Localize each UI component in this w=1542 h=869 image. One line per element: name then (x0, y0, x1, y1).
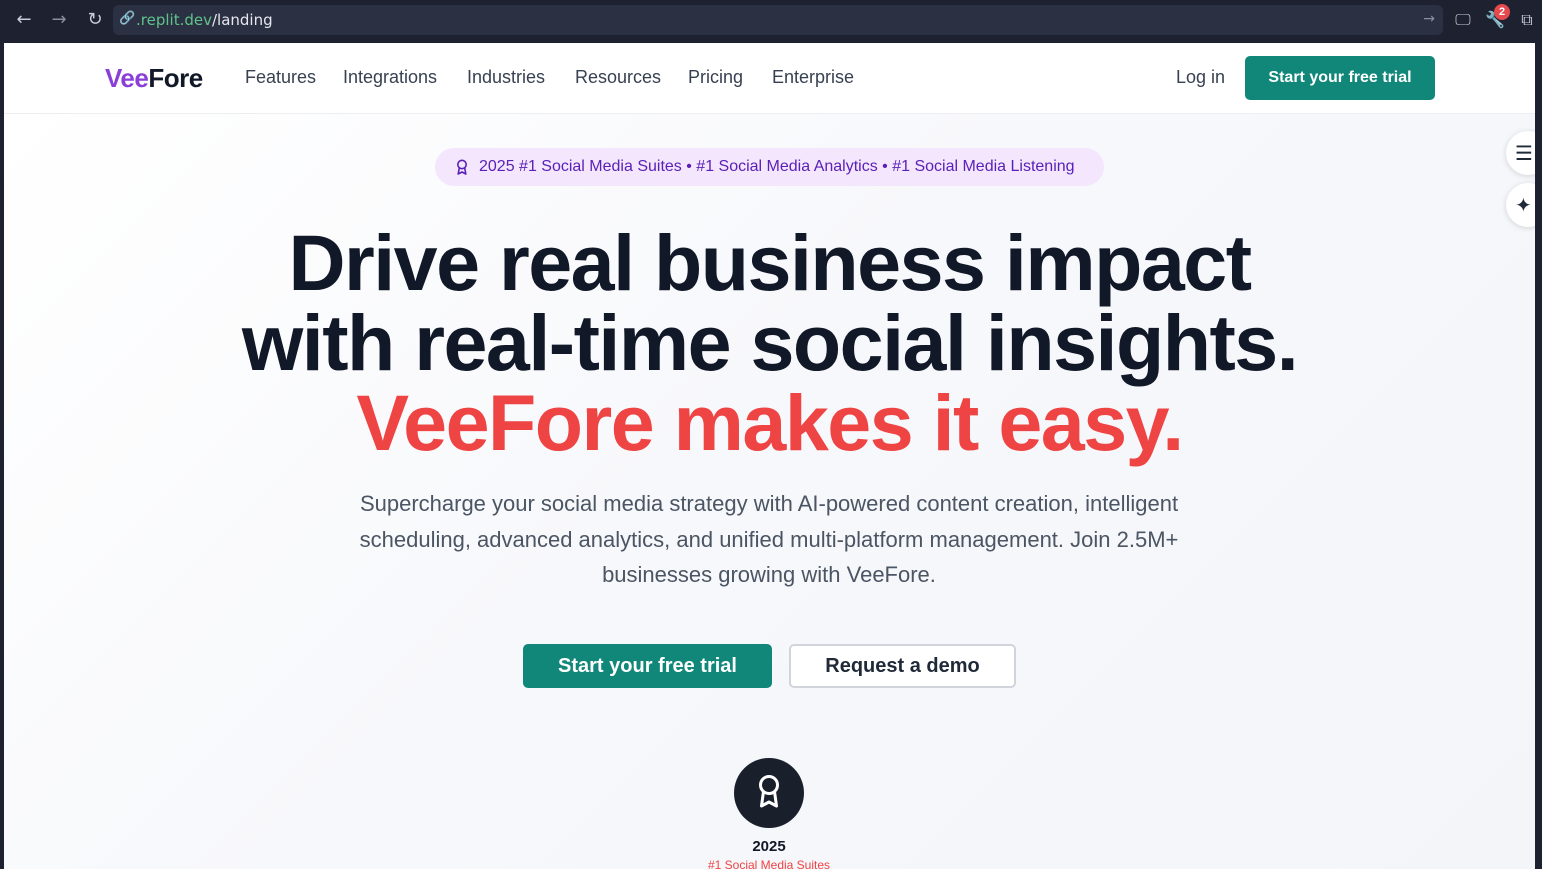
notification-badge: 2 (1494, 4, 1510, 20)
link-icon: 🔗 (119, 11, 136, 26)
headline-line-3: VeeFore makes it easy. (356, 378, 1184, 467)
header-trial-button[interactable]: Start your free trial (1245, 56, 1435, 100)
back-arrow-icon[interactable]: ← (12, 8, 36, 32)
nav-integrations[interactable]: Integrations (343, 67, 437, 88)
award-ribbon-icon (457, 159, 467, 175)
login-link[interactable]: Log in (1176, 67, 1225, 88)
nav-pricing[interactable]: Pricing (688, 67, 743, 88)
headline-line-2: with real-time social insights. (241, 298, 1299, 387)
site-header: VeeFore Features Integrations Industries… (4, 43, 1535, 114)
logo[interactable]: VeeFore (105, 63, 203, 94)
browser-toolbar: ← → ↻ 🔗 .replit.dev/landing → 🖵 🔧 2 ⧉ (0, 0, 1542, 43)
forward-arrow-icon[interactable]: → (47, 8, 71, 32)
address-bar[interactable]: 🔗 .replit.dev/landing → (113, 5, 1443, 35)
reload-icon[interactable]: ↻ (83, 8, 107, 32)
page: VeeFore Features Integrations Industries… (4, 43, 1535, 869)
award-pill-text: 2025 #1 Social Media Suites • #1 Social … (479, 158, 1075, 175)
award-year: 2025 (752, 838, 786, 855)
headline-line-1: Drive real business impact (288, 218, 1252, 307)
nav-enterprise[interactable]: Enterprise (772, 67, 854, 88)
start-trial-button[interactable]: Start your free trial (523, 644, 772, 688)
url-path: /landing (211, 11, 273, 29)
logo-vee: Vee (105, 63, 149, 93)
url-domain: .replit.dev (136, 11, 212, 29)
logo-fore: Fore (148, 63, 203, 93)
go-arrow-icon[interactable]: → (1423, 11, 1435, 27)
award-pill: 2025 #1 Social Media Suites • #1 Social … (435, 148, 1104, 186)
request-demo-button[interactable]: Request a demo (789, 644, 1016, 688)
nav-industries[interactable]: Industries (467, 67, 545, 88)
url-text: .replit.dev/landing (136, 11, 273, 29)
award-label: #1 Social Media Suites (707, 858, 831, 869)
award-ribbon-icon (759, 775, 779, 808)
award-badge (734, 758, 804, 828)
nav-features[interactable]: Features (245, 67, 316, 88)
hero-subtext: Supercharge your social media strategy w… (359, 491, 1179, 587)
nav-resources[interactable]: Resources (575, 67, 661, 88)
external-link-icon[interactable]: ⧉ (1516, 9, 1538, 31)
monitor-icon[interactable]: 🖵 (1452, 9, 1474, 31)
